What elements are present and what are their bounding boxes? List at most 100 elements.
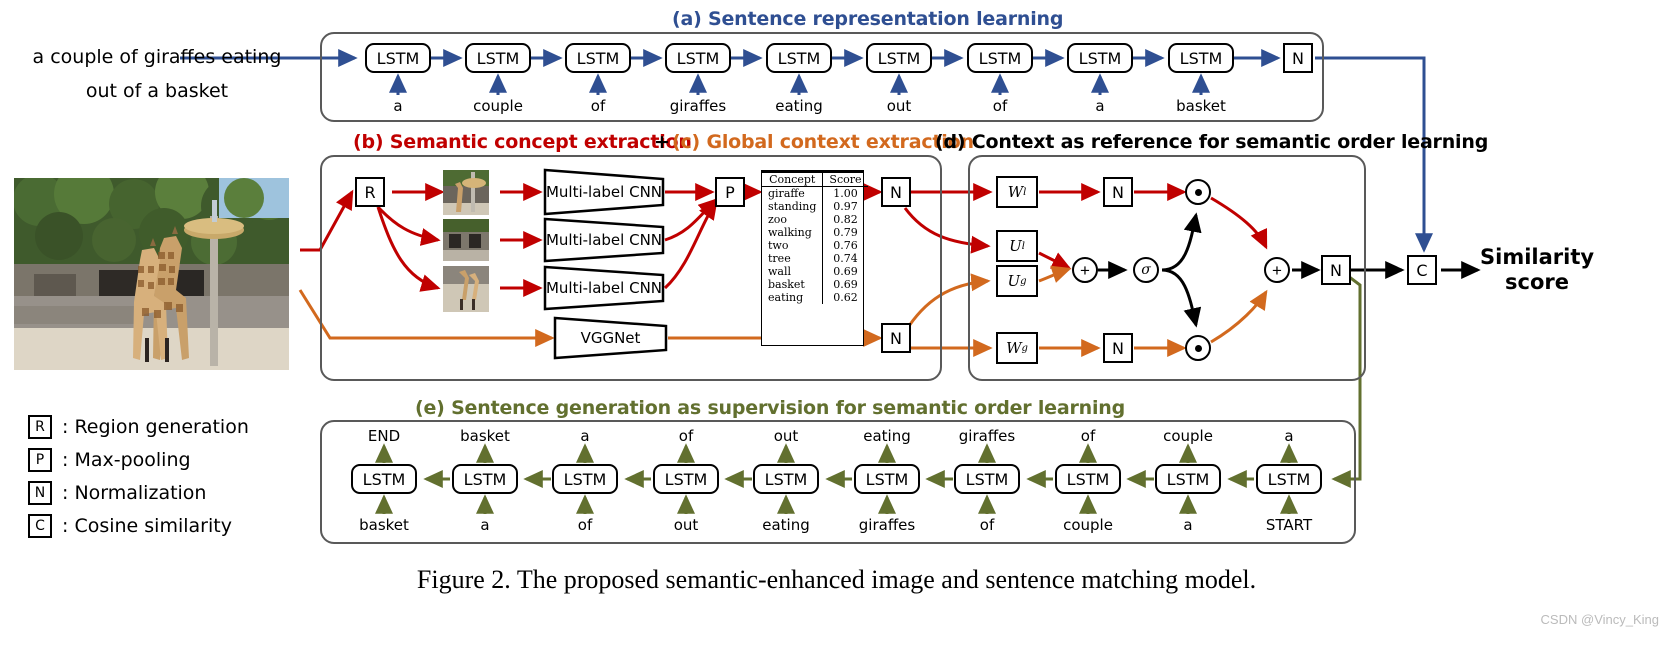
legend-item-normalization: N : Normalization (28, 476, 249, 509)
encoder-lstm-4: LSTM (665, 43, 731, 73)
decoder-lstm-10: LSTM (1256, 464, 1322, 494)
encoder-lstm-9: LSTM (1168, 43, 1234, 73)
decoder-input-9: a (1183, 516, 1193, 534)
decoder-input-1: basket (359, 516, 409, 534)
table-row: standing 0.97 (762, 200, 868, 213)
concept-norm-box: N (881, 177, 911, 207)
watermark: CSDN @Vincy_King (1540, 612, 1659, 627)
encoder-word-9: basket (1176, 97, 1226, 115)
decoder-lstm-5: LSTM (753, 464, 819, 494)
decoder-input-7: of (979, 516, 995, 534)
section-b-c-plus: + (654, 131, 670, 153)
region-crop-3 (443, 266, 489, 312)
max-pooling-box: P (715, 177, 745, 207)
decoder-lstm-2: LSTM (452, 464, 518, 494)
table-row: two 0.76 (762, 239, 868, 252)
decoder-output-10: a (1284, 427, 1294, 445)
section-b-title: (b) Semantic concept extraction (353, 131, 692, 153)
encoder-word-7: of (992, 97, 1008, 115)
decoder-output-7: giraffes (958, 427, 1016, 445)
table-row: walking 0.79 (762, 226, 868, 239)
decoder-input-8: couple (1063, 516, 1113, 534)
decoder-output-6: eating (863, 427, 911, 445)
encoder-lstm-7: LSTM (967, 43, 1033, 73)
multilabel-cnn-1: Multi-label CNN (543, 168, 665, 216)
gate-norm-bottom-box: N (1103, 333, 1133, 363)
encoder-word-1: a (393, 97, 403, 115)
encoder-word-8: a (1095, 97, 1105, 115)
region-crop-1 (443, 170, 489, 215)
legend-text-n: : Normalization (62, 481, 207, 504)
decoder-input-3: of (577, 516, 593, 534)
cosine-similarity-box: C (1407, 255, 1437, 285)
encoder-lstm-2: LSTM (465, 43, 531, 73)
decoder-lstm-7: LSTM (954, 464, 1020, 494)
table-row: giraffe 1.00 (762, 186, 868, 200)
region-generation-box: R (355, 177, 385, 207)
decoder-lstm-9: LSTM (1155, 464, 1221, 494)
encoder-lstm-5: LSTM (766, 43, 832, 73)
decoder-output-8: of (1080, 427, 1096, 445)
query-line-2: out of a basket (85, 80, 229, 102)
query-line-1: a couple of giraffes eating (32, 46, 282, 68)
table-row: eating 0.62 (762, 291, 868, 304)
decoder-output-1: END (367, 427, 401, 445)
encoder-norm: N (1283, 43, 1313, 73)
weight-wl-box: Wl (996, 176, 1038, 208)
encoder-word-3: of (590, 97, 606, 115)
section-e-title: (e) Sentence generation as supervision f… (415, 397, 1126, 419)
legend-item-cosine: C : Cosine similarity (28, 509, 249, 542)
weight-ul-box: Ul (996, 230, 1038, 262)
decoder-input-2: a (480, 516, 490, 534)
vggnet-box: VGGNet (553, 316, 668, 360)
decoder-lstm-4: LSTM (653, 464, 719, 494)
decoder-input-10: START (1265, 516, 1313, 534)
elementwise-mul-bottom-circle (1185, 335, 1211, 361)
fusion-add-circle: + (1264, 257, 1290, 283)
legend-item-region: R : Region generation (28, 410, 249, 443)
concept-score-table: Concept Score giraffe 1.00 standing 0.97 z… (761, 170, 868, 346)
multilabel-cnn-2: Multi-label CNN (543, 217, 665, 263)
encoder-lstm-1: LSTM (365, 43, 431, 73)
context-norm-box: N (881, 323, 911, 353)
decoder-lstm-1: LSTM (351, 464, 417, 494)
legend-text-c: : Cosine similarity (62, 514, 232, 537)
table-row: zoo 0.82 (762, 213, 868, 226)
decoder-output-5: out (773, 427, 799, 445)
legend-symbol-n: N (28, 480, 52, 505)
decoder-output-2: basket (460, 427, 510, 445)
decoder-lstm-8: LSTM (1055, 464, 1121, 494)
decoder-output-4: of (678, 427, 694, 445)
legend-item-pooling: P : Max-pooling (28, 443, 249, 476)
section-d-title: (d) Context as reference for semantic or… (935, 131, 1489, 153)
encoder-word-5: eating (775, 97, 823, 115)
legend-symbol-r: R (28, 414, 52, 439)
weight-ug-box: Ug (996, 265, 1038, 297)
decoder-lstm-6: LSTM (854, 464, 920, 494)
similarity-score-label: Similarity score (1480, 245, 1595, 294)
legend-symbol-c: C (28, 513, 52, 538)
table-row: wall 0.69 (762, 265, 868, 278)
output-norm-box: N (1321, 255, 1351, 285)
query-sentence: a couple of giraffes eating out of a bas… (12, 40, 302, 108)
gate-add-circle: + (1072, 257, 1098, 283)
figure-caption: Figure 2. The proposed semantic-enhanced… (416, 565, 1257, 594)
gate-norm-top-box: N (1103, 177, 1133, 207)
concept-col-header: Concept (762, 173, 824, 187)
encoder-word-2: couple (473, 97, 523, 115)
decoder-input-4: out (673, 516, 699, 534)
decoder-input-6: giraffes (858, 516, 916, 534)
section-c-title: (c) Global context extraction (672, 131, 974, 153)
encoder-lstm-6: LSTM (866, 43, 932, 73)
decoder-input-5: eating (762, 516, 810, 534)
multilabel-cnn-3: Multi-label CNN (543, 265, 665, 311)
table-row: tree 0.74 (762, 252, 868, 265)
elementwise-mul-top-circle (1185, 179, 1211, 205)
section-a-title: (a) Sentence representation learning (672, 8, 1064, 30)
encoder-lstm-8: LSTM (1067, 43, 1133, 73)
sigmoid-circle: σ (1133, 257, 1159, 283)
legend-text-p: : Max-pooling (62, 448, 191, 471)
weight-wg-box: Wg (996, 332, 1038, 364)
legend-text-r: : Region generation (62, 415, 249, 438)
input-image (14, 178, 289, 370)
